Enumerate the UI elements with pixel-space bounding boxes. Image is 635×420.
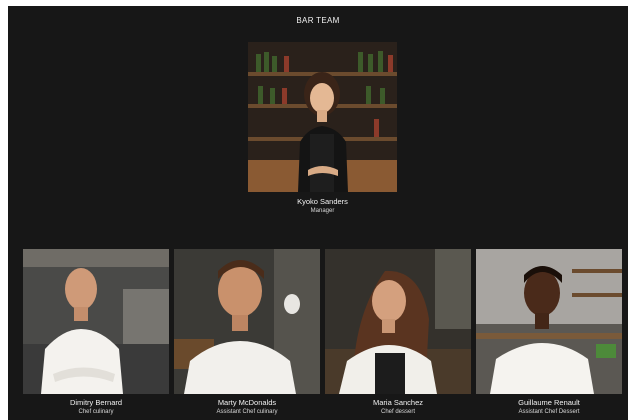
member-photo-dimitry: [23, 249, 169, 394]
manager-photo: [248, 42, 397, 192]
member-name: Dimitry Bernard: [69, 398, 123, 407]
member-photo-maria: [325, 249, 471, 394]
member-role: Chef culinary: [78, 409, 114, 415]
member-photo-marty: [174, 249, 320, 394]
member-photo-guillaume: [476, 249, 622, 394]
member-name: Guillaume Renault: [518, 398, 580, 407]
member-name: Maria Sanchez: [372, 398, 424, 407]
member-role: Assistant Chef culinary: [216, 409, 278, 415]
manager-name: Kyoko Sanders: [297, 197, 348, 206]
manager-role: Manager: [310, 208, 335, 214]
member-name: Marty McDonalds: [217, 398, 277, 407]
team-panel: BAR TEAM Kyoko Sanders Manager Dimitry B…: [8, 6, 628, 420]
section-title: BAR TEAM: [296, 16, 340, 25]
member-role: Assistant Chef Dessert: [518, 409, 580, 415]
member-role: Chef dessert: [380, 409, 416, 415]
